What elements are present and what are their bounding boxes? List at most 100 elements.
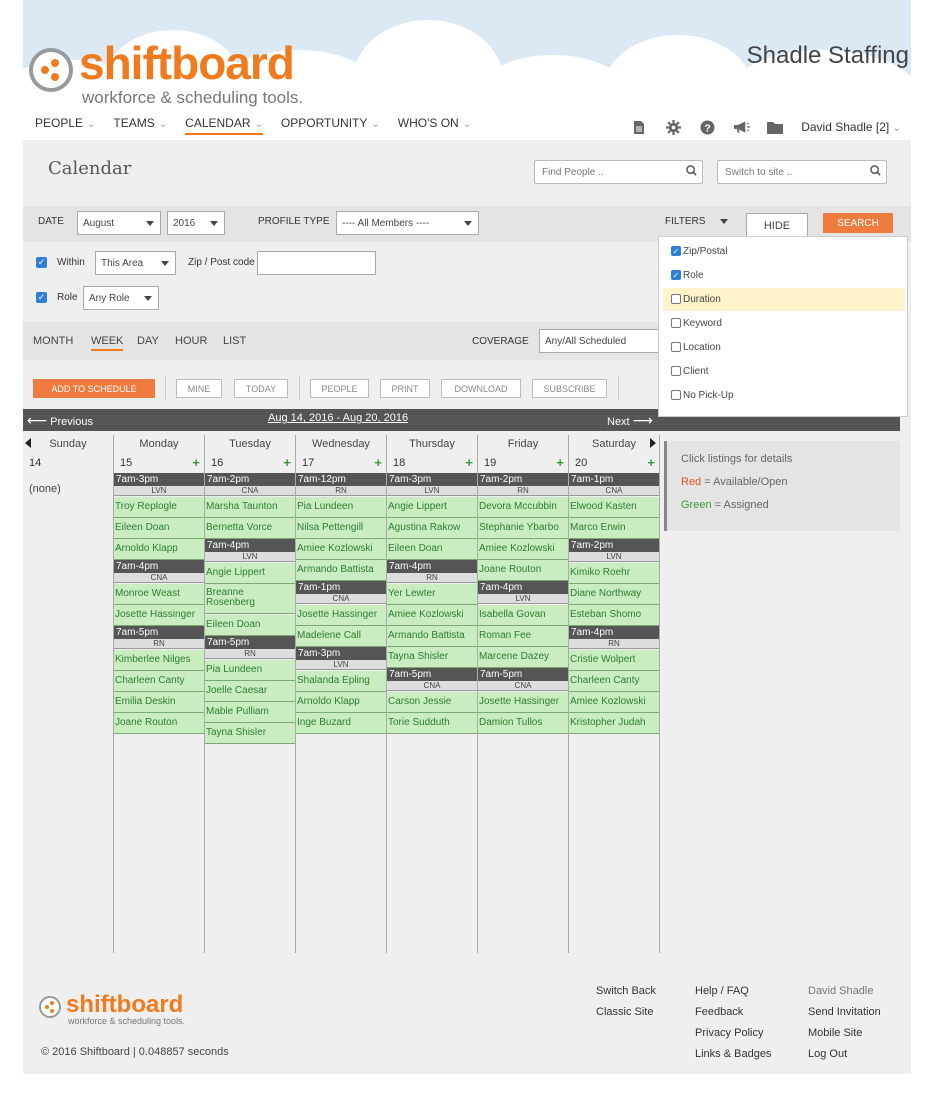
checkbox-checked-icon[interactable]: ✓ <box>671 246 681 256</box>
assigned-shift-item[interactable]: Eileen Doan <box>205 615 295 636</box>
assigned-shift-item[interactable]: Nilsa Pettengill <box>296 518 386 539</box>
assigned-shift-item[interactable]: Yer Lewter <box>387 584 477 605</box>
shift-time-header[interactable]: 7am-1pm <box>569 473 659 486</box>
month-select[interactable]: August <box>77 211 161 235</box>
assigned-shift-item[interactable]: Shalanda Epling <box>296 671 386 692</box>
assigned-shift-item[interactable]: Breanne Rosenberg <box>205 584 295 614</box>
nav-teams[interactable]: TEAMS ⌄ <box>113 116 167 135</box>
filter-option-no-pick-up[interactable]: No Pick-Up <box>663 384 905 407</box>
assigned-shift-item[interactable]: Kristopher Judah <box>569 713 659 734</box>
checkbox-empty-icon[interactable] <box>671 342 681 352</box>
log-out-link[interactable]: Log Out <box>808 1048 847 1060</box>
filter-option-location[interactable]: Location <box>663 336 905 359</box>
assigned-shift-item[interactable]: Joelle Caesar <box>205 681 295 702</box>
send-invitation-link[interactable]: Send Invitation <box>808 1006 881 1018</box>
nav-people[interactable]: PEOPLE ⌄ <box>35 116 95 135</box>
hide-button[interactable]: HIDE <box>746 213 808 237</box>
gear-icon[interactable] <box>661 118 685 136</box>
assigned-shift-item[interactable]: Eileen Doan <box>114 518 204 539</box>
assigned-shift-item[interactable]: Amiee Kozlowski <box>387 605 477 626</box>
next-week-button[interactable]: Next ⟶ <box>607 412 653 429</box>
role-checkbox[interactable]: ✓ <box>36 292 47 303</box>
assigned-shift-item[interactable]: Cristie Wolpert <box>569 650 659 671</box>
shift-time-header[interactable]: 7am-5pm <box>205 636 295 649</box>
checkbox-empty-icon[interactable] <box>671 366 681 376</box>
nav-calendar[interactable]: CALENDAR ⌄ <box>185 116 263 135</box>
download-button[interactable]: DOWNLOAD <box>441 379 521 398</box>
within-checkbox[interactable]: ✓ <box>36 257 47 268</box>
add-shift-icon[interactable]: + <box>374 455 382 470</box>
zip-input[interactable] <box>257 251 376 275</box>
assigned-shift-item[interactable]: Josette Hassinger <box>296 605 386 626</box>
week-range-link[interactable]: Aug 14, 2016 - Aug 20, 2016 <box>268 412 408 424</box>
mobile-site-link[interactable]: Mobile Site <box>808 1027 862 1039</box>
previous-week-button[interactable]: ⟵ Previous <box>27 412 93 429</box>
assigned-shift-item[interactable]: Armando Battista <box>387 626 477 647</box>
tab-hour[interactable]: HOUR <box>175 335 207 347</box>
shift-time-header[interactable]: 7am-3pm <box>114 473 204 486</box>
add-to-schedule-button[interactable]: ADD TO SCHEDULE <box>33 379 155 398</box>
assigned-shift-item[interactable]: Emilia Deskin <box>114 692 204 713</box>
checkbox-empty-icon[interactable] <box>671 294 681 304</box>
assigned-shift-item[interactable]: Troy Replogle <box>114 497 204 518</box>
people-button[interactable]: PEOPLE <box>310 379 369 398</box>
shift-time-header[interactable]: 7am-5pm <box>478 668 568 681</box>
assigned-shift-item[interactable]: Angie Lippert <box>205 563 295 584</box>
assigned-shift-item[interactable]: Roman Fee <box>478 626 568 647</box>
assigned-shift-item[interactable]: Joane Routon <box>478 560 568 581</box>
shift-time-header[interactable]: 7am-5pm <box>387 668 477 681</box>
find-people-input[interactable]: Find People .. <box>534 160 703 184</box>
assigned-shift-item[interactable]: Carson Jessie <box>387 692 477 713</box>
print-button[interactable]: PRINT <box>380 379 430 398</box>
assigned-shift-item[interactable]: Amiee Kozlowski <box>569 692 659 713</box>
assigned-shift-item[interactable]: Elwood Kasten <box>569 497 659 518</box>
role-select[interactable]: Any Role <box>83 286 159 310</box>
assigned-shift-item[interactable]: Eileen Doan <box>387 539 477 560</box>
assigned-shift-item[interactable]: Marco Erwin <box>569 518 659 539</box>
checkbox-empty-icon[interactable] <box>671 318 681 328</box>
subscribe-button[interactable]: SUBSCRIBE <box>532 379 607 398</box>
tab-list[interactable]: LIST <box>223 335 246 347</box>
assigned-shift-item[interactable]: Charleen Canty <box>114 671 204 692</box>
assigned-shift-item[interactable]: Kimberlee Nilges <box>114 650 204 671</box>
assigned-shift-item[interactable]: Marsha Taunton <box>205 497 295 518</box>
assigned-shift-item[interactable]: Agustina Rakow <box>387 518 477 539</box>
shift-time-header[interactable]: 7am-2pm <box>478 473 568 486</box>
search-button[interactable]: SEARCH <box>823 213 893 233</box>
assigned-shift-item[interactable]: Arnoldo Klapp <box>296 692 386 713</box>
assigned-shift-item[interactable]: Isabella Govan <box>478 605 568 626</box>
today-button[interactable]: TODAY <box>234 379 288 398</box>
assigned-shift-item[interactable]: Josette Hassinger <box>114 605 204 626</box>
assigned-shift-item[interactable]: Stephanie Ybarbo <box>478 518 568 539</box>
shift-time-header[interactable]: 7am-3pm <box>387 473 477 486</box>
help-faq-link[interactable]: Help / FAQ <box>695 985 749 997</box>
shift-time-header[interactable]: 7am-4pm <box>478 581 568 594</box>
tab-day[interactable]: DAY <box>137 335 159 347</box>
shift-time-header[interactable]: 7am-4pm <box>114 560 204 573</box>
year-select[interactable]: 2016 <box>167 211 225 235</box>
filter-option-zip-postal[interactable]: ✓ Zip/Postal <box>663 240 905 263</box>
filter-option-role[interactable]: ✓ Role <box>663 264 905 287</box>
assigned-shift-item[interactable]: Angie Lippert <box>387 497 477 518</box>
nav-whos-on[interactable]: WHO'S ON ⌄ <box>398 116 471 135</box>
filter-option-client[interactable]: Client <box>663 360 905 383</box>
shift-time-header[interactable]: 7am-4pm <box>387 560 477 573</box>
classic-site-link[interactable]: Classic Site <box>596 1006 653 1018</box>
assigned-shift-item[interactable]: Monroe Weast <box>114 584 204 605</box>
assigned-shift-item[interactable]: Torie Sudduth <box>387 713 477 734</box>
assigned-shift-item[interactable]: Amiee Kozlowski <box>478 539 568 560</box>
links-badges-link[interactable]: Links & Badges <box>695 1048 771 1060</box>
assigned-shift-item[interactable]: Armando Battista <box>296 560 386 581</box>
help-icon[interactable]: ? <box>695 118 719 136</box>
shift-time-header[interactable]: 7am-4pm <box>569 626 659 639</box>
add-shift-icon[interactable]: + <box>283 455 291 470</box>
assigned-shift-item[interactable]: Devora Mccubbin <box>478 497 568 518</box>
user-menu[interactable]: David Shadle [2] ⌄ <box>801 120 901 134</box>
filter-option-keyword[interactable]: Keyword <box>663 312 905 335</box>
assigned-shift-item[interactable]: Bernetta Vorce <box>205 518 295 539</box>
folder-icon[interactable] <box>763 118 787 136</box>
checkbox-checked-icon[interactable]: ✓ <box>671 270 681 280</box>
nav-opportunity[interactable]: OPPORTUNITY ⌄ <box>281 116 380 135</box>
assigned-shift-item[interactable]: Joane Routon <box>114 713 204 734</box>
assigned-shift-item[interactable]: Esteban Shomo <box>569 605 659 626</box>
